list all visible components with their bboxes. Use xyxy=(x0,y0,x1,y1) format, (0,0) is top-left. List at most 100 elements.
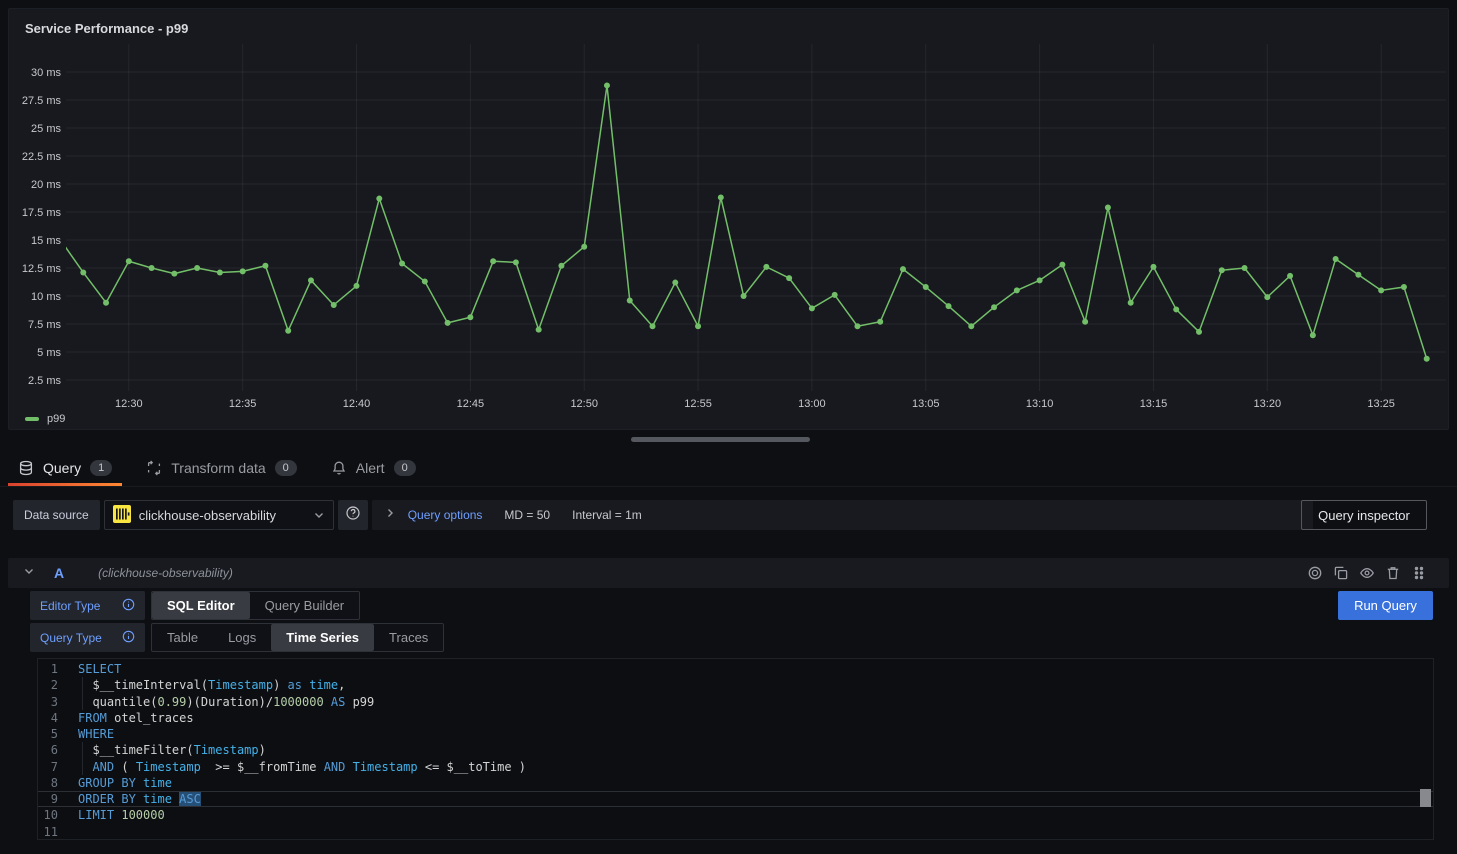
legend-series-label[interactable]: p99 xyxy=(47,413,65,425)
indent-guide xyxy=(82,677,83,710)
svg-text:20 ms: 20 ms xyxy=(31,179,61,191)
tab-label: Query xyxy=(43,460,81,476)
query-options-bar: Query options MD = 50 Interval = 1m xyxy=(372,500,1313,530)
svg-text:10 ms: 10 ms xyxy=(31,291,61,303)
sql-line: 5WHERE xyxy=(38,726,1433,742)
line-number: 2 xyxy=(38,677,58,693)
collapse-chevron-icon[interactable] xyxy=(22,564,36,583)
svg-text:12:45: 12:45 xyxy=(457,398,485,410)
run-query-button[interactable]: Run Query xyxy=(1338,591,1433,620)
line-number: 8 xyxy=(38,775,58,791)
svg-text:12.5 ms: 12.5 ms xyxy=(22,263,62,275)
sql-line: 2 $__timeInterval(Timestamp) as time, xyxy=(38,677,1433,693)
sql-line: 1SELECT xyxy=(38,661,1433,677)
datasource-label: Data source xyxy=(13,500,100,530)
chevron-right-icon[interactable] xyxy=(384,506,396,524)
sql-line-code: LIMIT 100000 xyxy=(58,807,165,823)
svg-text:13:25: 13:25 xyxy=(1367,398,1395,410)
svg-text:13:05: 13:05 xyxy=(912,398,940,410)
datasource-help-button[interactable] xyxy=(338,500,368,530)
datasource-selected-value: clickhouse-observability xyxy=(139,508,276,523)
line-number: 10 xyxy=(38,807,58,823)
sql-line-code: FROM otel_traces xyxy=(58,710,194,726)
datasource-select[interactable]: clickhouse-observability xyxy=(104,500,334,530)
svg-text:13:15: 13:15 xyxy=(1140,398,1168,410)
tab-count-badge: 0 xyxy=(394,460,416,476)
query-row-header[interactable]: A (clickhouse-observability) xyxy=(8,558,1449,588)
sql-line: 7 AND ( Timestamp >= $__fromTime AND Tim… xyxy=(38,759,1433,775)
timeseries-panel: 30 ms27.5 ms25 ms22.5 ms20 ms17.5 ms15 m… xyxy=(8,8,1449,430)
transform-icon xyxy=(146,460,162,476)
tab-count-badge: 0 xyxy=(275,460,297,476)
svg-text:13:10: 13:10 xyxy=(1026,398,1054,410)
line-number: 7 xyxy=(38,759,58,775)
info-icon[interactable] xyxy=(122,630,135,646)
svg-text:27.5 ms: 27.5 ms xyxy=(22,95,62,107)
query-type-option-traces[interactable]: Traces xyxy=(374,624,443,651)
query-section-tabs: Query 1 Transform data 0 Alert 0 xyxy=(0,450,1457,487)
line-number: 5 xyxy=(38,726,58,742)
datasource-row: Data source clickhouse-observability xyxy=(13,500,1313,530)
bell-icon xyxy=(331,460,347,476)
tab-count-badge: 1 xyxy=(90,460,112,476)
line-number: 9 xyxy=(38,791,58,807)
sql-line-code xyxy=(58,824,78,840)
editor-type-row: Editor Type SQL Editor Query Builder xyxy=(30,591,360,620)
sql-line-code: AND ( Timestamp >= $__fromTime AND Times… xyxy=(58,759,526,775)
query-type-label-box: Query Type xyxy=(30,623,145,652)
line-number: 4 xyxy=(38,710,58,726)
query-type-option-logs[interactable]: Logs xyxy=(213,624,271,651)
svg-text:15 ms: 15 ms xyxy=(31,235,61,247)
svg-text:5 ms: 5 ms xyxy=(37,347,61,359)
svg-text:25 ms: 25 ms xyxy=(31,123,61,135)
query-ref-id[interactable]: A xyxy=(54,565,64,581)
query-options-md: MD = 50 xyxy=(504,508,550,522)
tab-query[interactable]: Query 1 xyxy=(16,450,114,486)
indent-guide xyxy=(82,742,83,775)
horizontal-scrollbar-thumb[interactable] xyxy=(631,437,810,442)
sql-line: 11 xyxy=(38,824,1433,840)
panel-title[interactable]: Service Performance - p99 xyxy=(25,21,188,36)
sql-line: 6 $__timeFilter(Timestamp) xyxy=(38,742,1433,758)
line-number: 11 xyxy=(38,824,58,840)
tab-label: Transform data xyxy=(171,460,265,476)
chevron-down-icon xyxy=(313,509,325,521)
line-number: 3 xyxy=(38,694,58,710)
query-type-option-time-series[interactable]: Time Series xyxy=(271,624,374,651)
svg-text:7.5 ms: 7.5 ms xyxy=(28,319,62,331)
query-type-row: Query Type Table Logs Time Series Traces xyxy=(30,623,444,652)
svg-text:13:20: 13:20 xyxy=(1254,398,1282,410)
svg-text:12:30: 12:30 xyxy=(115,398,143,410)
drag-handle-icon[interactable] xyxy=(1411,565,1427,581)
sql-line-code: WHERE xyxy=(58,726,114,742)
query-inspector-button[interactable]: Query inspector xyxy=(1301,500,1427,530)
legend-series-swatch[interactable] xyxy=(25,417,39,421)
sql-code-editor[interactable]: 1SELECT2 $__timeInterval(Timestamp) as t… xyxy=(37,658,1434,840)
sql-line-code: ORDER BY time ASC xyxy=(58,791,201,807)
duplicate-query-icon[interactable] xyxy=(1333,565,1349,581)
editor-type-option-query-builder[interactable]: Query Builder xyxy=(250,592,359,619)
svg-text:13:00: 13:00 xyxy=(798,398,826,410)
sql-line-code: GROUP BY time xyxy=(58,775,172,791)
svg-text:12:55: 12:55 xyxy=(684,398,712,410)
info-icon[interactable] xyxy=(122,598,135,614)
sql-line: 4FROM otel_traces xyxy=(38,710,1433,726)
editor-type-label-box: Editor Type xyxy=(30,591,145,620)
chart-legend: p99 xyxy=(25,413,65,425)
tab-alert[interactable]: Alert 0 xyxy=(329,450,418,486)
sql-line: 10LIMIT 100000 xyxy=(38,807,1433,823)
hide-response-eye-icon[interactable] xyxy=(1359,565,1375,581)
sql-line-code: $__timeInterval(Timestamp) as time, xyxy=(58,677,345,693)
query-type-segmented: Table Logs Time Series Traces xyxy=(151,623,444,652)
tab-label: Alert xyxy=(356,460,385,476)
delete-query-trash-icon[interactable] xyxy=(1385,565,1401,581)
database-icon xyxy=(18,460,34,476)
svg-text:17.5 ms: 17.5 ms xyxy=(22,207,62,219)
editor-type-option-sql-editor[interactable]: SQL Editor xyxy=(152,592,250,619)
disable-query-icon[interactable] xyxy=(1307,565,1323,581)
tab-transform-data[interactable]: Transform data 0 xyxy=(144,450,299,486)
timeseries-chart: 30 ms27.5 ms25 ms22.5 ms20 ms17.5 ms15 m… xyxy=(9,9,1450,431)
editor-overview-cursor-marker xyxy=(1420,789,1431,807)
query-options-link[interactable]: Query options xyxy=(408,508,483,522)
query-type-option-table[interactable]: Table xyxy=(152,624,213,651)
